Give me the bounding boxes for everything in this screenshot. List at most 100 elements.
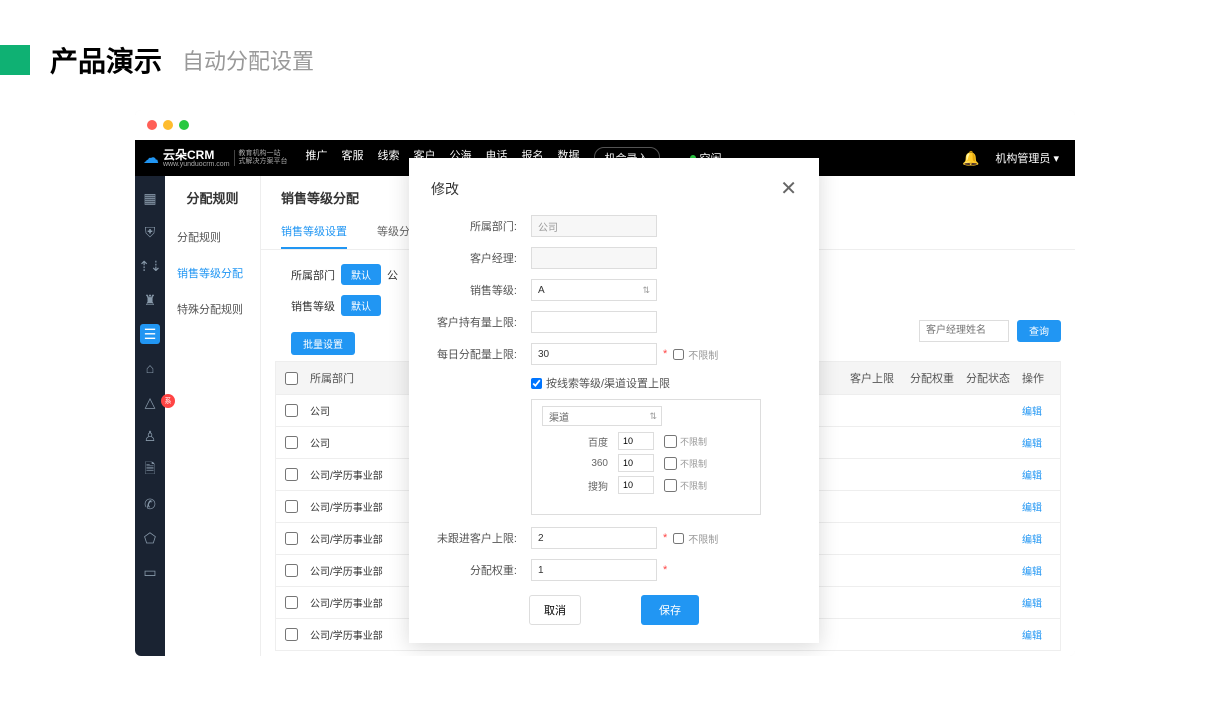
channel-value-input[interactable] (618, 476, 654, 494)
rail-user-icon[interactable]: ♜ (140, 290, 160, 310)
save-button[interactable]: 保存 (641, 595, 699, 625)
sidebar-panel: 分配规则 分配规则 销售等级分配 特殊分配规则 (165, 176, 261, 656)
channel-row: 360 不限制 (542, 454, 750, 472)
bell-icon[interactable]: 🔔 (962, 150, 979, 167)
row-checkbox[interactable] (285, 468, 298, 481)
row-checkbox[interactable] (285, 436, 298, 449)
nav-right: 🔔 机构管理员 ▾ (962, 150, 1075, 167)
filter-level-default-button[interactable]: 默认 (341, 295, 381, 316)
nav-item-lead[interactable]: 线索 (378, 147, 400, 169)
required-mark: * (663, 532, 667, 544)
row-checkbox[interactable] (285, 404, 298, 417)
filter-dept-value: 公 (387, 267, 398, 283)
row-checkbox[interactable] (285, 596, 298, 609)
th-dept: 所属部门 (306, 362, 426, 394)
search-button[interactable]: 查询 (1017, 320, 1061, 342)
nav-item-promo[interactable]: 推广 (306, 147, 328, 169)
row-checkbox[interactable] (285, 500, 298, 513)
rail-settings-icon[interactable]: ☰ (140, 324, 160, 344)
row-checkbox[interactable] (285, 628, 298, 641)
level-label: 销售等级: (431, 282, 531, 298)
filter-level-label: 销售等级 (291, 298, 335, 314)
by-channel-checkbox[interactable] (531, 378, 542, 389)
level-select[interactable]: A (531, 279, 657, 301)
row-checkbox[interactable] (285, 532, 298, 545)
minimize-window-icon[interactable] (163, 120, 173, 130)
rail-stats-icon[interactable]: ⇡⇣ (140, 256, 160, 276)
edit-link[interactable]: 编辑 (1022, 595, 1042, 610)
select-all-checkbox[interactable] (285, 372, 298, 385)
channel-value-input[interactable] (618, 454, 654, 472)
sub-tab-level-setting[interactable]: 销售等级设置 (281, 215, 347, 249)
hold-limit-field[interactable] (531, 311, 657, 333)
rail-shield-icon[interactable]: ⛨ (140, 222, 160, 242)
by-channel-label: 按线索等级/渠道设置上限 (546, 375, 670, 391)
edit-link[interactable]: 编辑 (1022, 499, 1042, 514)
sidebar-item-rules[interactable]: 分配规则 (165, 219, 260, 255)
rail-triangle-icon[interactable]: △ (140, 392, 160, 412)
channel-no-limit-checkbox[interactable]: 不限制 (664, 479, 707, 492)
channel-name: 百度 (572, 434, 608, 449)
modal-title: 修改 (431, 179, 459, 199)
weight-label: 分配权重: (431, 562, 531, 578)
channel-no-limit-checkbox[interactable]: 不限制 (664, 435, 707, 448)
th-weight: 分配权重 (906, 362, 962, 394)
icon-rail: ▦ ⛨ ⇡⇣ ♜ ☰ ⌂ △ ♙ 🗎 ✆ ⬠ ▭ 系 (135, 176, 165, 656)
rail-home-icon[interactable]: ⌂ (140, 358, 160, 378)
sidebar-item-sales-level[interactable]: 销售等级分配 (165, 255, 260, 291)
sidebar-item-special[interactable]: 特殊分配规则 (165, 291, 260, 327)
daily-limit-field[interactable] (531, 343, 657, 365)
th-status: 分配状态 (962, 362, 1018, 394)
rail-tag-icon[interactable]: ⬠ (140, 528, 160, 548)
manager-field[interactable] (531, 247, 657, 269)
cancel-button[interactable]: 取消 (529, 595, 581, 625)
channel-name: 360 (572, 458, 608, 469)
edit-modal: 修改 ✕ 所属部门: 客户经理: 销售等级: A 客户持有量上限: 每日分配量上… (409, 158, 819, 643)
maximize-window-icon[interactable] (179, 120, 189, 130)
cell-dept: 公司 (306, 427, 426, 458)
logo-tagline: 教育机构一站式解决方案平台 (234, 150, 288, 165)
search-input[interactable] (919, 320, 1009, 342)
filter-level: 销售等级 默认 (291, 295, 381, 316)
app-window: ☁ 云朵CRM www.yunduocrm.com 教育机构一站式解决方案平台 … (135, 110, 1075, 656)
daily-no-limit-checkbox[interactable]: 不限制 (673, 347, 718, 362)
channel-no-limit-checkbox[interactable]: 不限制 (664, 457, 707, 470)
edit-link[interactable]: 编辑 (1022, 531, 1042, 546)
rail-people-icon[interactable]: ♙ (140, 426, 160, 446)
logo-site: www.yunduocrm.com (163, 161, 230, 168)
nav-item-service[interactable]: 客服 (342, 147, 364, 169)
unfollow-no-limit-checkbox[interactable]: 不限制 (673, 531, 718, 546)
modal-header: 修改 ✕ (431, 176, 797, 201)
rail-doc-icon[interactable]: 🗎 (140, 460, 160, 480)
cell-dept: 公司 (306, 395, 426, 426)
weight-field[interactable] (531, 559, 657, 581)
unfollow-field[interactable] (531, 527, 657, 549)
edit-link[interactable]: 编辑 (1022, 435, 1042, 450)
notification-badge: 系 (161, 394, 175, 408)
channel-type-select[interactable]: 渠道 (542, 406, 662, 426)
rail-dashboard-icon[interactable]: ▦ (140, 188, 160, 208)
sidebar-list: 分配规则 销售等级分配 特殊分配规则 (165, 219, 260, 327)
dept-field[interactable] (531, 215, 657, 237)
unfollow-label: 未跟进客户上限: (431, 530, 531, 546)
filter-dept-default-button[interactable]: 默认 (341, 264, 381, 285)
edit-link[interactable]: 编辑 (1022, 467, 1042, 482)
manager-label: 客户经理: (431, 250, 531, 266)
row-checkbox[interactable] (285, 564, 298, 577)
sidebar-title: 分配规则 (165, 176, 260, 219)
rail-card-icon[interactable]: ▭ (140, 562, 160, 582)
channel-value-input[interactable] (618, 432, 654, 450)
edit-link[interactable]: 编辑 (1022, 563, 1042, 578)
hold-limit-label: 客户持有量上限: (431, 314, 531, 330)
user-menu[interactable]: 机构管理员 ▾ (995, 150, 1059, 166)
batch-set-button[interactable]: 批量设置 (291, 332, 355, 355)
close-window-icon[interactable] (147, 120, 157, 130)
rail-phone-icon[interactable]: ✆ (140, 494, 160, 514)
page-subtitle: 自动分配设置 (182, 44, 314, 76)
filter-dept: 所属部门 默认 公 (291, 264, 398, 285)
cell-dept: 公司/学历事业部 (306, 587, 426, 618)
close-icon[interactable]: ✕ (780, 176, 797, 201)
edit-link[interactable]: 编辑 (1022, 403, 1042, 418)
logo-brand: 云朵CRM (163, 149, 230, 161)
edit-link[interactable]: 编辑 (1022, 627, 1042, 642)
